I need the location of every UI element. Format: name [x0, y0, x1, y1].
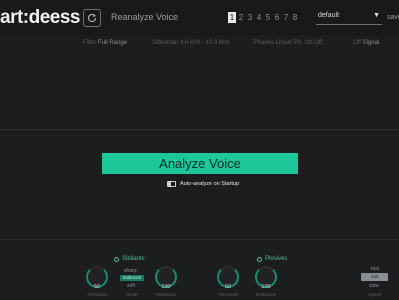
divider: [0, 239, 399, 240]
power-icon[interactable]: [257, 256, 262, 262]
mode-soft[interactable]: soft: [127, 283, 135, 289]
speed-caption: Speed: [368, 292, 382, 297]
auto-analyze-label: Auto-analyze on Startup: [180, 181, 240, 187]
logo: art:deess: [0, 7, 81, 28]
preset-slot-6[interactable]: 6: [273, 12, 281, 23]
preset-slot-3[interactable]: 3: [246, 12, 254, 23]
sidechain-option[interactable]: Sidechain 4.0 kHz - 10.0 kHz: [152, 40, 229, 46]
top-toolbar: art:deess Reanalyze Voice 1 2 3 4 5 6 7 …: [0, 0, 399, 36]
sibilants-threshold-value: 50: [93, 284, 101, 290]
mode-balanced[interactable]: balanced: [120, 275, 144, 281]
sibilants-threshold-caption: Threshold: [86, 292, 107, 297]
speed-mid[interactable]: mid: [361, 273, 388, 281]
analyze-voice-button[interactable]: Analyze Voice: [102, 153, 298, 174]
preset-slot-1[interactable]: 1: [228, 12, 236, 23]
preset-slot-8[interactable]: 8: [291, 12, 299, 23]
save-button[interactable]: save: [387, 14, 399, 21]
plosives-reduction-value: 100: [261, 284, 271, 290]
sibilants-reduction-value: 100: [161, 284, 171, 290]
filter-range-option[interactable]: Filter Full Range: [83, 40, 127, 46]
preset-slots: 1 2 3 4 5 6 7 8: [228, 12, 299, 23]
reanalyze-voice-label[interactable]: Reanalyze Voice: [111, 12, 178, 22]
sibilants-header[interactable]: Sibilants: [114, 256, 145, 262]
mode-sharp[interactable]: sharp: [124, 268, 137, 274]
preset-slot-7[interactable]: 7: [282, 12, 290, 23]
speed-fast[interactable]: fast: [371, 266, 379, 272]
phases-option[interactable]: Phases Linear Ph. On Off: [254, 40, 322, 46]
signal-option[interactable]: Off Signal: [353, 40, 379, 46]
plosives-reduction-caption: Reduction: [255, 292, 277, 297]
power-icon[interactable]: [114, 256, 119, 262]
chevron-down-icon: ▼: [373, 12, 380, 19]
preset-slot-5[interactable]: 5: [264, 12, 272, 23]
plosives-threshold-caption: Threshold: [217, 292, 238, 297]
sibilants-reduction-caption: Reduction: [155, 292, 177, 297]
plosives-threshold-value: 50: [224, 284, 232, 290]
preset-dropdown[interactable]: default ▼: [316, 12, 382, 25]
reanalyze-icon[interactable]: [83, 9, 101, 27]
auto-analyze-toggle[interactable]: [167, 181, 176, 187]
preset-slot-2[interactable]: 2: [237, 12, 245, 23]
auto-analyze-row: Auto-analyze on Startup: [167, 181, 239, 187]
divider: [0, 129, 399, 130]
plosives-header[interactable]: Plosives: [257, 256, 287, 262]
options-bar: Filter Full Range Sidechain 4.0 kHz - 10…: [0, 36, 399, 52]
speed-slow[interactable]: slow: [369, 283, 379, 289]
preset-slot-4[interactable]: 4: [255, 12, 263, 23]
mode-caption: Mode: [126, 292, 138, 297]
